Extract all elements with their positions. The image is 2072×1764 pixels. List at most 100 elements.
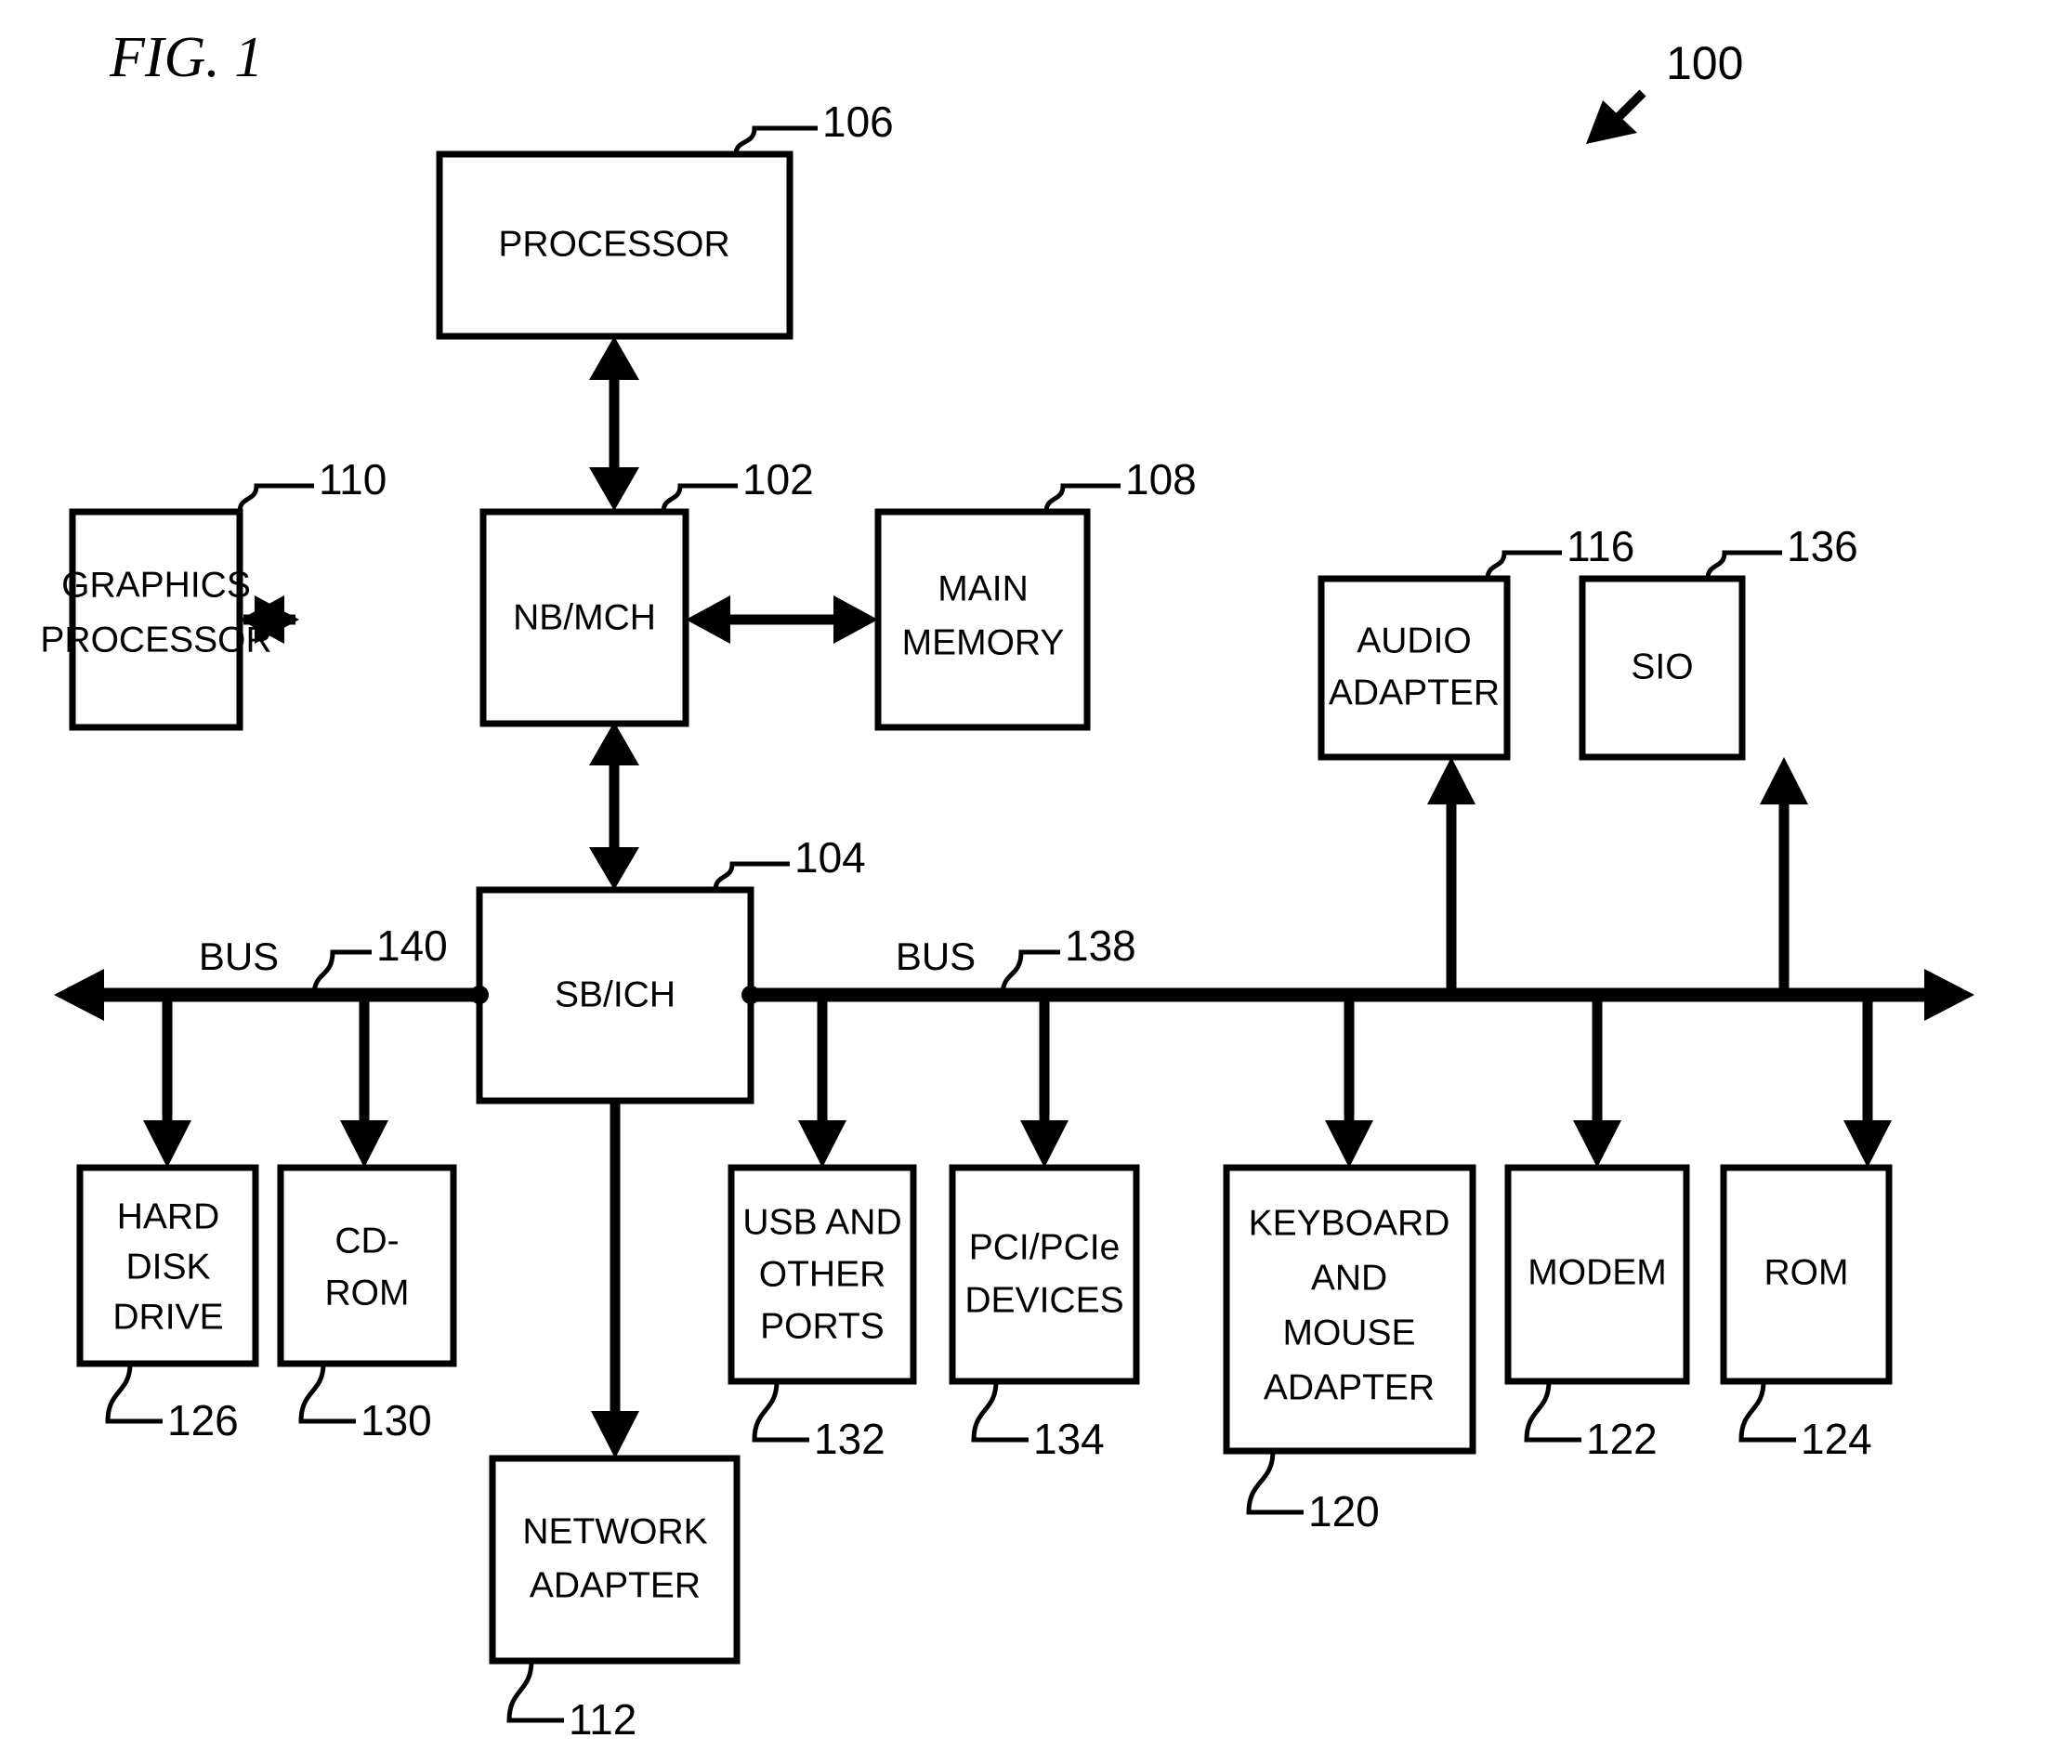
cd-rom-label-line2: ROM <box>325 1273 410 1313</box>
block-pci-devices: PCI/PCIe DEVICES <box>949 1164 1140 1385</box>
leader-120: 120 <box>1246 1450 1380 1535</box>
pci-devices-box <box>949 1164 1140 1385</box>
block-sbich: SB/ICH <box>476 886 754 1104</box>
system-pointer-arrow <box>1586 89 1646 144</box>
link-nbmch-sbich <box>589 722 639 890</box>
network-adapter-label-line1: NETWORK <box>522 1511 707 1551</box>
link-bus-cd-rom <box>340 995 388 1168</box>
leader-102: 102 <box>661 455 814 513</box>
rom-label: ROM <box>1764 1252 1849 1292</box>
bus-right-label: BUS <box>896 934 976 978</box>
usb-ports-label-line1: USB AND <box>742 1202 901 1242</box>
block-main-memory: MAIN MEMORY <box>874 508 1091 731</box>
leader-134: 134 <box>971 1380 1105 1463</box>
ref-label-110: 110 <box>319 455 387 503</box>
ref-label-124: 124 <box>1801 1415 1872 1463</box>
ref-label-136: 136 <box>1787 522 1858 570</box>
block-diagram: FIG. 1 100 PROCESSOR 106 GRAPHICS PROCES… <box>40 26 1974 1744</box>
system-ref-label: 100 <box>1666 37 1743 89</box>
keyboard-mouse-label-line3: MOUSE <box>1282 1313 1415 1352</box>
main-memory-box <box>874 508 1091 731</box>
link-bus-rom <box>1843 995 1892 1168</box>
leader-122: 122 <box>1524 1380 1658 1463</box>
bus-junction-right <box>741 986 760 1004</box>
network-adapter-box <box>489 1455 741 1665</box>
ref-label-134: 134 <box>1033 1415 1105 1463</box>
keyboard-mouse-label-line2: AND <box>1311 1258 1387 1298</box>
block-graphics-processor: GRAPHICS PROCESSOR <box>40 508 272 731</box>
bus-right: BUS 138 <box>751 921 1974 1021</box>
graphics-processor-label-line2: PROCESSOR <box>40 620 271 660</box>
hard-disk-drive-label-line3: DRIVE <box>112 1297 223 1337</box>
ref-label-104: 104 <box>794 833 866 882</box>
sio-label: SIO <box>1631 647 1693 686</box>
block-audio-adapter: AUDIO ADAPTER <box>1318 575 1511 761</box>
ref-label-138: 138 <box>1065 921 1136 970</box>
link-sbich-network-adapter <box>591 1101 639 1458</box>
link-processor-nbmch <box>589 336 639 511</box>
audio-adapter-label-line2: ADAPTER <box>1329 673 1500 712</box>
link-bus-hard-disk-drive <box>143 995 191 1168</box>
main-memory-label-line1: MAIN <box>938 568 1029 608</box>
patent-figure-page: FIG. 1 100 PROCESSOR 106 GRAPHICS PROCES… <box>0 0 2072 1764</box>
leader-124: 124 <box>1738 1380 1872 1463</box>
ref-label-130: 130 <box>361 1396 432 1444</box>
network-adapter-label-line2: ADAPTER <box>530 1565 701 1605</box>
pci-devices-label-line1: PCI/PCIe <box>969 1227 1121 1267</box>
block-rom: ROM <box>1720 1164 1893 1385</box>
leader-112: 112 <box>506 1660 636 1744</box>
leader-104: 104 <box>713 833 866 891</box>
leader-110: 110 <box>237 455 387 513</box>
ref-label-112: 112 <box>569 1695 636 1744</box>
ref-label-126: 126 <box>167 1396 239 1444</box>
bus-left: BUS 140 <box>54 921 479 1021</box>
hard-disk-drive-label-line2: DISK <box>125 1247 210 1287</box>
ref-label-132: 132 <box>814 1415 885 1463</box>
leader-136: 136 <box>1705 522 1858 580</box>
ref-label-140: 140 <box>376 921 448 970</box>
block-modem: MODEM <box>1504 1164 1690 1385</box>
link-nbmch-mainmemory <box>686 595 878 644</box>
block-nbmch: NB/MCH <box>479 508 689 727</box>
figure-title: FIG. 1 <box>109 26 263 89</box>
main-memory-label-line2: MEMORY <box>902 622 1065 662</box>
leader-126: 126 <box>105 1363 239 1444</box>
bus-left-label: BUS <box>199 934 279 978</box>
ref-label-122: 122 <box>1586 1415 1658 1463</box>
graphics-processor-label-line1: GRAPHICS <box>61 565 251 605</box>
leader-116: 116 <box>1485 522 1634 580</box>
block-usb-ports: USB AND OTHER PORTS <box>728 1164 917 1385</box>
audio-adapter-label-line1: AUDIO <box>1357 621 1472 660</box>
keyboard-mouse-label-line1: KEYBOARD <box>1249 1203 1450 1243</box>
cd-rom-box <box>277 1164 457 1367</box>
cd-rom-label-line1: CD- <box>334 1221 399 1261</box>
block-processor: PROCESSOR <box>436 150 793 340</box>
usb-ports-label-line3: PORTS <box>760 1306 885 1346</box>
block-network-adapter: NETWORK ADAPTER <box>489 1455 741 1665</box>
link-bus-audio-adapter <box>1427 757 1475 995</box>
leader-108: 108 <box>1043 455 1197 513</box>
processor-label: PROCESSOR <box>498 224 729 264</box>
link-bus-sio <box>1760 757 1808 995</box>
ref-label-106: 106 <box>822 98 894 146</box>
audio-adapter-box <box>1318 575 1511 761</box>
ref-label-116: 116 <box>1567 522 1634 570</box>
ref-label-120: 120 <box>1308 1487 1380 1535</box>
pci-devices-label-line2: DEVICES <box>964 1280 1123 1320</box>
nbmch-label: NB/MCH <box>513 597 656 637</box>
sbich-label: SB/ICH <box>555 974 675 1014</box>
block-cd-rom: CD- ROM <box>277 1164 457 1367</box>
link-bus-usb-ports <box>798 995 846 1168</box>
leader-106: 106 <box>733 98 894 155</box>
keyboard-mouse-label-line4: ADAPTER <box>1264 1367 1435 1407</box>
leader-130: 130 <box>298 1363 432 1444</box>
link-bus-pci-devices <box>1020 995 1069 1168</box>
usb-ports-label-line2: OTHER <box>759 1254 886 1294</box>
link-bus-modem <box>1573 995 1621 1168</box>
ref-label-102: 102 <box>742 455 814 503</box>
bus-junction-left <box>470 986 489 1004</box>
block-keyboard-mouse: KEYBOARD AND MOUSE ADAPTER <box>1223 1164 1476 1455</box>
block-hard-disk-drive: HARD DISK DRIVE <box>76 1164 259 1367</box>
link-bus-keyboard-mouse <box>1325 995 1373 1168</box>
leader-132: 132 <box>752 1380 885 1463</box>
